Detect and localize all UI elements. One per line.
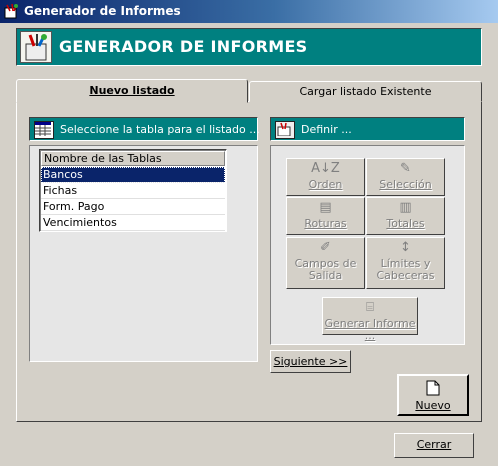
totales-label: Totales: [386, 217, 425, 230]
report-icon: ⌸: [366, 300, 374, 315]
seleccion-button[interactable]: ✎ Selección: [366, 158, 445, 196]
tab-cargar-listado[interactable]: Cargar listado Existente: [249, 81, 482, 102]
roturas-label: Roturas: [304, 217, 347, 230]
definir-label: Definir ...: [301, 123, 352, 136]
totales-button[interactable]: ▥ Totales: [366, 197, 445, 235]
tab-nuevo-listado[interactable]: Nuevo listado: [16, 79, 248, 103]
column-header-nombre[interactable]: Nombre de las Tablas: [41, 151, 225, 166]
header-banner: GENERADOR DE INFORMES: [16, 28, 482, 66]
tab-label: Nuevo listado: [89, 84, 175, 97]
campos-salida-button[interactable]: ✐ Campos de Salida: [286, 237, 365, 289]
list-item-fichas[interactable]: Fichas: [41, 183, 225, 199]
limites-label-2: Cabeceras: [376, 269, 435, 282]
totals-icon: ▥: [399, 200, 412, 215]
tools-icon: [20, 31, 52, 63]
nuevo-button[interactable]: Nuevo: [397, 374, 469, 416]
cerrar-button[interactable]: Cerrar: [394, 433, 474, 458]
sort-az-icon: A↓Z: [311, 161, 340, 176]
banner-title: GENERADOR DE INFORMES: [59, 37, 308, 56]
app-icon: [4, 3, 20, 19]
campos-label-2: Salida: [308, 269, 343, 282]
table-icon: [34, 121, 54, 139]
limites-cabeceras-button[interactable]: ↕ Límites y Cabeceras: [366, 237, 445, 289]
select-table-header: Seleccione la tabla para el listado ...: [29, 117, 260, 141]
siguiente-label: Siguiente >>: [273, 355, 348, 368]
limits-icon: ↕: [400, 240, 411, 255]
seleccion-label: Selección: [379, 178, 432, 191]
tools-icon: [275, 121, 295, 139]
orden-button[interactable]: A↓Z Orden: [286, 158, 365, 196]
generar-informe-button[interactable]: ⌸ Generar Informe ...: [322, 297, 418, 342]
generar-label: Generar Informe ...: [324, 317, 416, 342]
new-document-icon: [426, 380, 440, 396]
list-item-bancos[interactable]: Bancos: [41, 167, 225, 183]
title-bar: Generador de Informes: [0, 0, 498, 23]
eraser-icon: ✎: [400, 161, 411, 176]
window-title: Generador de Informes: [24, 4, 181, 18]
table-list[interactable]: Nombre de las Tablas Bancos Fichas Form.…: [39, 149, 227, 232]
roturas-button[interactable]: ▤ Roturas: [286, 197, 365, 235]
list-item-form-pago[interactable]: Form. Pago: [41, 199, 225, 215]
cerrar-label: Cerrar: [416, 438, 452, 451]
tab-label: Cargar listado Existente: [299, 85, 432, 98]
orden-label: Orden: [308, 178, 343, 191]
nuevo-label: Nuevo: [415, 399, 451, 412]
break-icon: ▤: [319, 200, 332, 215]
siguiente-button[interactable]: Siguiente >>: [270, 350, 351, 373]
select-table-label: Seleccione la tabla para el listado ...: [60, 123, 260, 136]
list-item-vencimientos[interactable]: Vencimientos: [41, 215, 225, 231]
definir-header: Definir ...: [270, 117, 465, 141]
pencil-icon: ✐: [320, 240, 331, 255]
